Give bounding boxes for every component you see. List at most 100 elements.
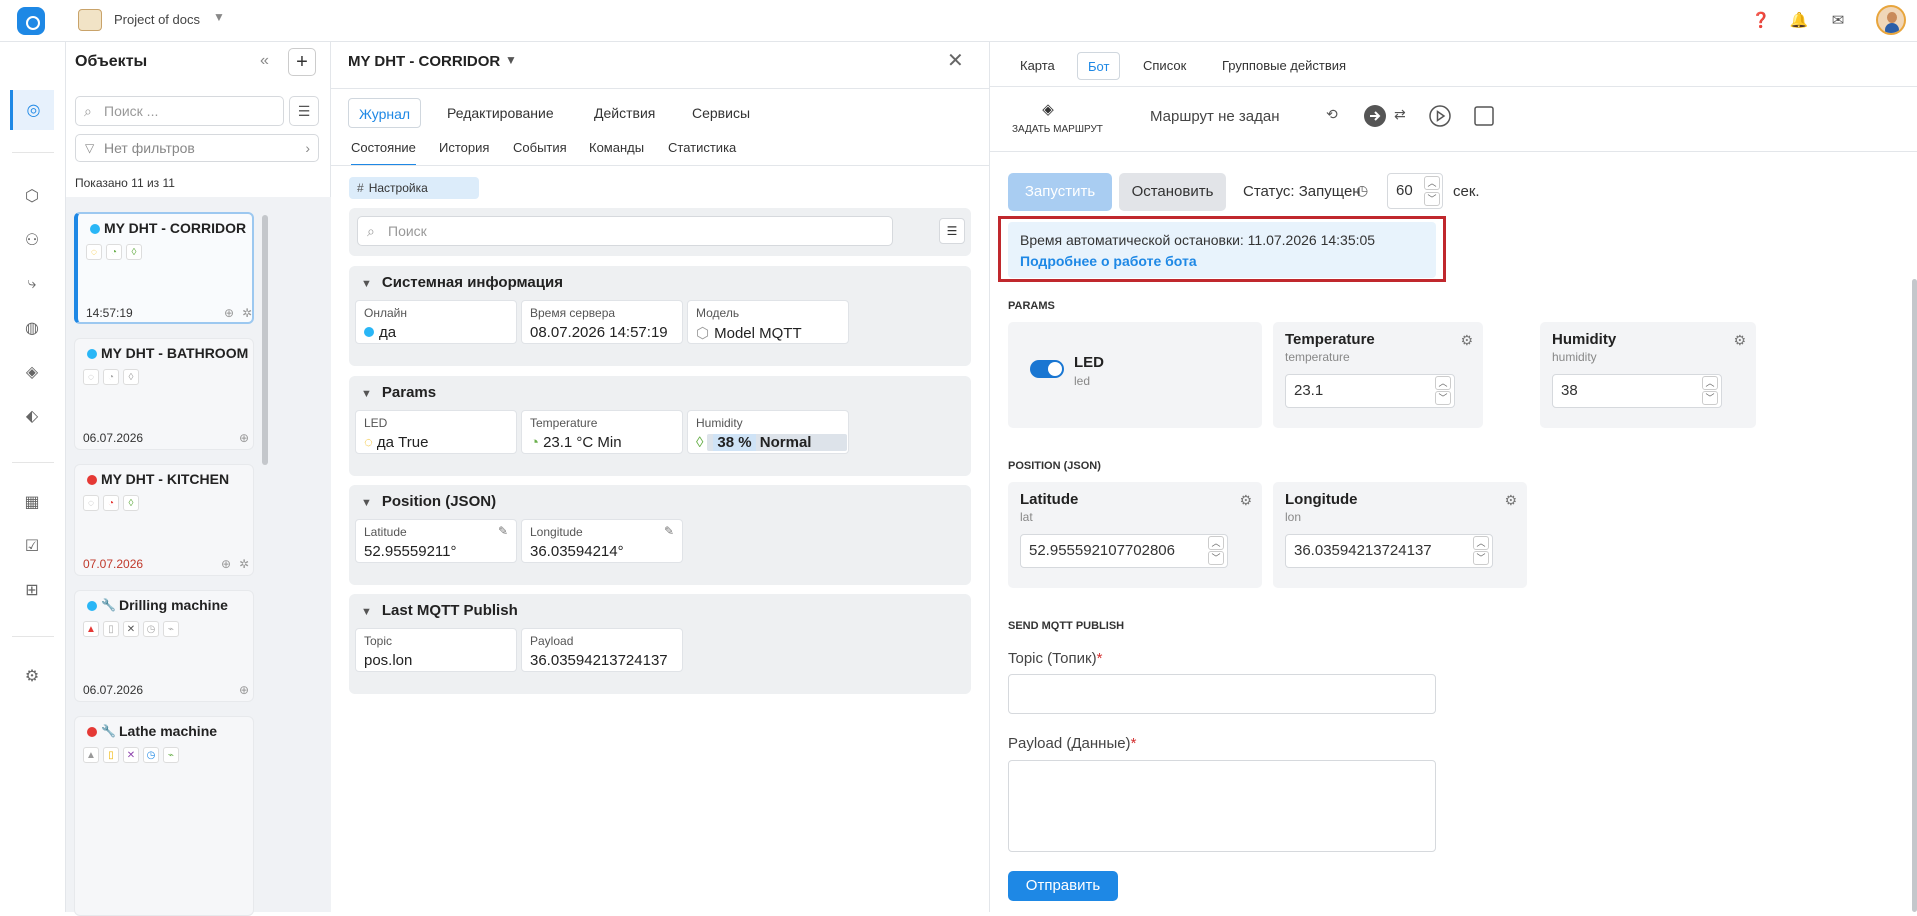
object-card-bathroom[interactable]: MY DHT - BATHROOM ◌ ◔ ◊ 06.07.2026 ⊕ xyxy=(74,338,254,450)
help-icon[interactable]: ❓ xyxy=(1751,10,1771,30)
project-name[interactable]: Project of docs xyxy=(114,12,200,27)
object-card-corridor[interactable]: MY DHT - CORRIDOR ◌ ◔ ◊ 14:57:19 ⊕ ✲ xyxy=(74,212,254,324)
settings-tag[interactable]: # Настройка xyxy=(349,177,479,199)
set-route-button[interactable]: ЗАДАТЬ МАРШРУТ xyxy=(1012,124,1103,135)
stop-button[interactable]: Остановить xyxy=(1119,173,1226,211)
latitude-input[interactable]: 52.955592107702806 ︿ ﹀ xyxy=(1020,534,1228,568)
latitude-input-value: 52.955592107702806 xyxy=(1029,542,1175,559)
settings-gear-icon[interactable]: ⚙ xyxy=(18,662,46,690)
subtab-history[interactable]: История xyxy=(439,140,489,164)
interval-input[interactable]: 60 ︿ ﹀ xyxy=(1387,173,1443,209)
fit-icon[interactable]: ✲ xyxy=(242,306,252,320)
object-card-drilling[interactable]: 🔧 Drilling machine ▲ ▯ ✕ ◷ ⌁ 06.07.2026 … xyxy=(74,590,254,702)
cube-nav-icon[interactable]: ⬡ xyxy=(18,182,46,210)
tab-services[interactable]: Сервисы xyxy=(692,98,750,128)
spin-down-icon[interactable]: ﹀ xyxy=(1702,391,1718,405)
gear-icon[interactable]: ⚙ xyxy=(1504,492,1517,509)
payload-textarea[interactable] xyxy=(1008,760,1436,852)
fit-icon[interactable]: ✲ xyxy=(239,557,249,571)
tab-journal[interactable]: Журнал xyxy=(348,98,422,128)
tab-bot[interactable]: Бот xyxy=(1077,52,1121,80)
gear-icon[interactable]: ⚙ xyxy=(1733,332,1746,349)
object-card-lathe[interactable]: 🔧 Lathe machine ▲ ▯ ✕ ◷ ⌁ xyxy=(74,716,254,916)
subtab-statistics[interactable]: Статистика xyxy=(668,140,736,164)
gear-icon[interactable]: ⚙ xyxy=(1460,332,1473,349)
tag-nav-icon[interactable]: ⬖ xyxy=(18,402,46,430)
tab-actions[interactable]: Действия xyxy=(594,98,655,128)
title-caret-icon[interactable]: ▼ xyxy=(505,53,517,67)
target-icon[interactable]: ⊕ xyxy=(239,683,249,697)
spin-up-icon[interactable]: ︿ xyxy=(1473,536,1489,550)
edit-pencil-icon[interactable]: ✎ xyxy=(498,524,508,538)
stop-square-icon[interactable] xyxy=(1474,106,1494,126)
subtab-commands[interactable]: Команды xyxy=(589,140,644,164)
refresh-icon[interactable]: ⟲ xyxy=(1326,106,1338,123)
spin-down-icon[interactable]: ﹀ xyxy=(1435,391,1451,405)
play-icon[interactable] xyxy=(1429,105,1451,127)
filter-select[interactable]: ▽ Нет фильтров › xyxy=(75,134,319,162)
spin-up-icon[interactable]: ︿ xyxy=(1208,536,1224,550)
routes-nav-icon[interactable]: ⤷ xyxy=(18,270,46,298)
humidity-input[interactable]: 38 ︿ ﹀ xyxy=(1552,374,1722,408)
section-title[interactable]: ▼ Last MQTT Publish xyxy=(361,602,518,619)
filter-settings-button[interactable]: ☰ xyxy=(289,96,319,126)
tab-edit[interactable]: Редактирование xyxy=(447,98,554,128)
spin-up-icon[interactable]: ︿ xyxy=(1424,176,1440,190)
panel-scrollbar[interactable] xyxy=(1912,279,1917,912)
list-scrollbar[interactable] xyxy=(262,215,268,465)
bell-icon[interactable]: 🔔 xyxy=(1789,10,1809,30)
object-time: 07.07.2026 xyxy=(83,557,144,571)
hierarchy-nav-icon[interactable]: ⚇ xyxy=(18,226,46,254)
spin-down-icon[interactable]: ﹀ xyxy=(1473,551,1489,565)
add-object-button[interactable]: + xyxy=(288,48,316,76)
target-icon[interactable]: ⊕ xyxy=(239,431,249,445)
shapes-nav-icon[interactable]: ◈ xyxy=(18,358,46,386)
avatar[interactable] xyxy=(1876,5,1906,35)
grid-nav-icon[interactable]: ⊞ xyxy=(18,576,46,604)
clipboard-nav-icon[interactable]: ☑ xyxy=(18,532,46,560)
close-icon[interactable]: ✕ xyxy=(947,48,964,73)
dashboard-nav-icon[interactable]: ▦ xyxy=(18,488,46,516)
spin-up-icon[interactable]: ︿ xyxy=(1702,376,1718,390)
swap-icon[interactable]: ⇄ xyxy=(1394,106,1406,123)
collapse-icon[interactable]: « xyxy=(260,52,269,70)
send-button[interactable]: Отправить xyxy=(1008,871,1118,901)
required-mark: * xyxy=(1096,650,1103,667)
target-icon[interactable]: ⊕ xyxy=(224,306,234,320)
param-key: humidity xyxy=(1552,350,1597,364)
state-search-input[interactable]: ⌕ Поиск xyxy=(357,216,893,246)
longitude-input-value: 36.03594213724137 xyxy=(1294,542,1432,559)
globe-nav-icon[interactable]: ◍ xyxy=(18,314,46,342)
objects-nav-icon[interactable]: ◎ xyxy=(10,90,54,130)
target-icon[interactable]: ⊕ xyxy=(221,557,231,571)
objects-search-input[interactable]: ⌕ Поиск ... xyxy=(75,96,284,126)
tab-map[interactable]: Карта xyxy=(1020,52,1055,80)
gear-icon[interactable]: ⚙ xyxy=(1239,492,1252,509)
chevron-down-icon: ▼ xyxy=(361,278,372,290)
subtab-events[interactable]: События xyxy=(513,140,567,164)
tab-list[interactable]: Список xyxy=(1143,52,1186,80)
section-title[interactable]: ▼ Params xyxy=(361,384,436,401)
app-logo-icon[interactable] xyxy=(17,7,45,35)
section-title[interactable]: ▼ Системная информация xyxy=(361,274,563,291)
project-caret-icon[interactable]: ▼ xyxy=(213,10,225,24)
object-card-kitchen[interactable]: MY DHT - KITCHEN ◌ ◔ ◊ 07.07.2026 ⊕ ✲ xyxy=(74,464,254,576)
start-button[interactable]: Запустить xyxy=(1008,173,1112,211)
route-diamond-icon[interactable]: ◈ xyxy=(1039,100,1057,118)
edit-pencil-icon[interactable]: ✎ xyxy=(664,524,674,538)
status-dot xyxy=(90,224,100,234)
temperature-input[interactable]: 23.1 ︿ ﹀ xyxy=(1285,374,1455,408)
spin-down-icon[interactable]: ﹀ xyxy=(1424,192,1440,206)
longitude-input[interactable]: 36.03594213724137 ︿ ﹀ xyxy=(1285,534,1493,568)
spin-down-icon[interactable]: ﹀ xyxy=(1208,551,1224,565)
arrow-right-circle-icon[interactable] xyxy=(1363,104,1387,128)
mail-icon[interactable]: ✉ xyxy=(1828,10,1848,30)
section-title[interactable]: ▼ Position (JSON) xyxy=(361,493,496,510)
filter-settings-button[interactable]: ☰ xyxy=(939,218,965,244)
led-toggle[interactable] xyxy=(1030,360,1064,378)
tab-group-actions[interactable]: Групповые действия xyxy=(1222,52,1346,80)
subtab-state[interactable]: Состояние xyxy=(351,140,416,166)
spin-up-icon[interactable]: ︿ xyxy=(1435,376,1451,390)
topic-input[interactable] xyxy=(1008,674,1436,714)
chevron-down-icon: ▼ xyxy=(361,388,372,400)
